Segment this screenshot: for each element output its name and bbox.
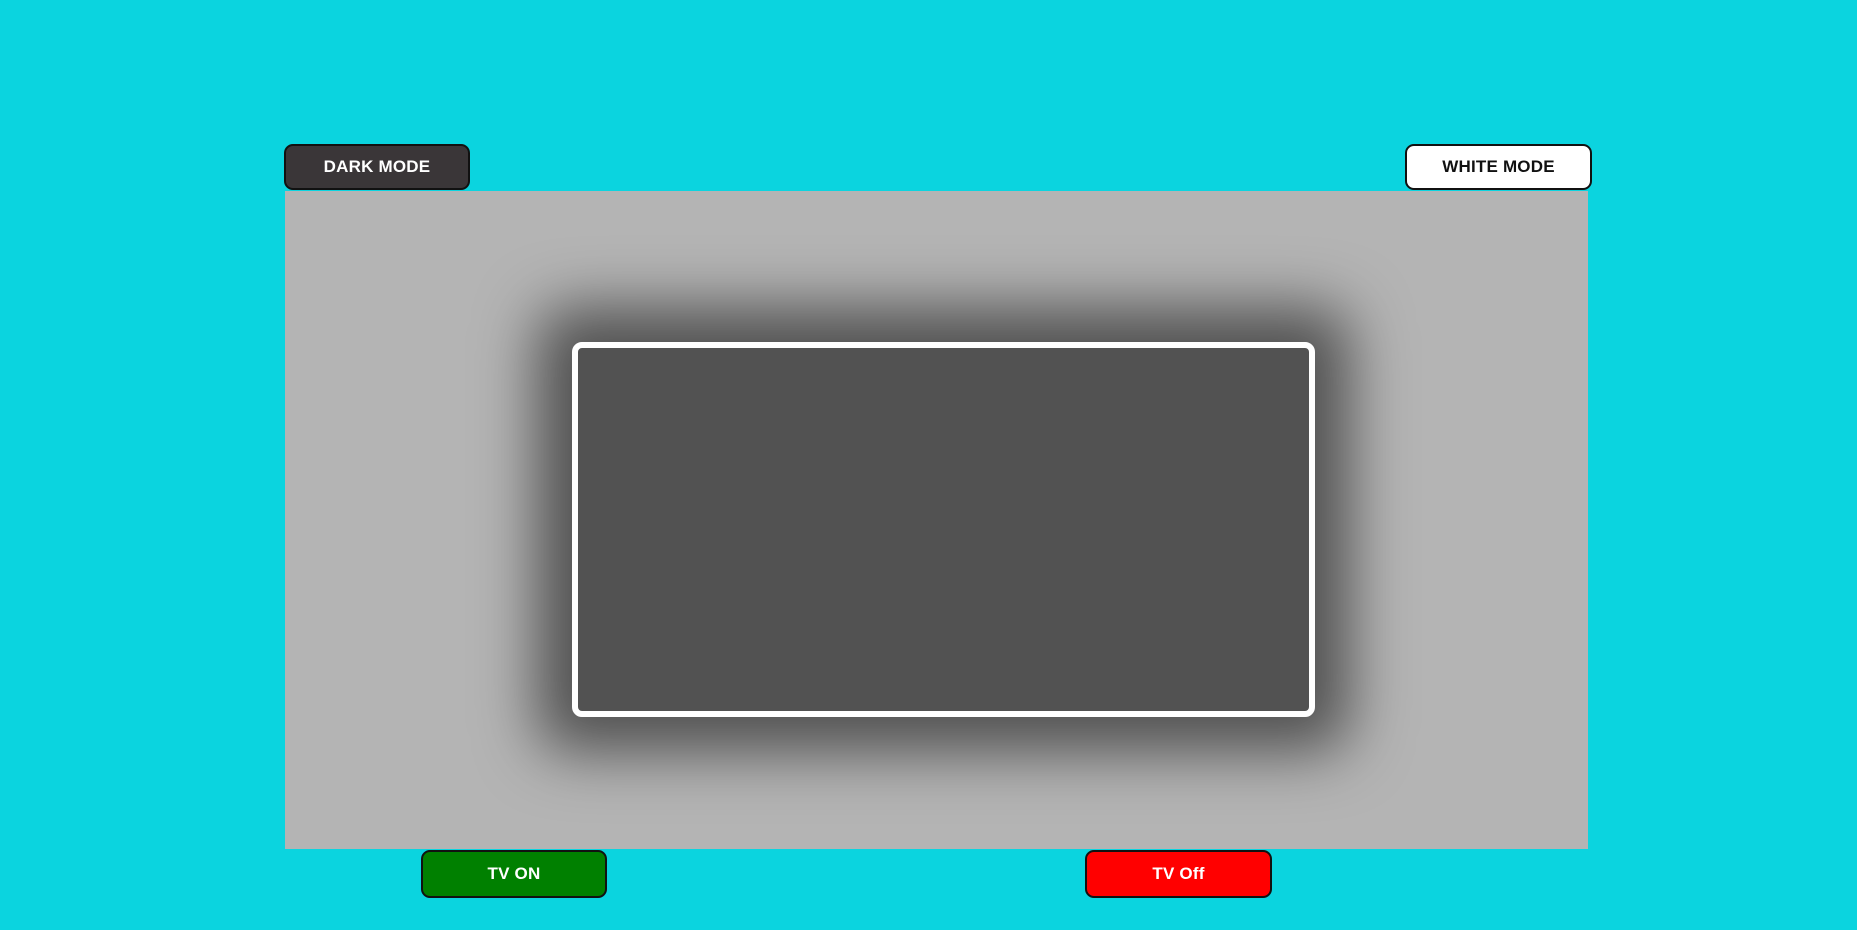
tv-on-button[interactable]: TV ON (421, 850, 607, 898)
tv-screen (572, 342, 1315, 717)
tv-off-button[interactable]: TV Off (1085, 850, 1272, 898)
white-mode-button[interactable]: WHITE MODE (1405, 144, 1592, 190)
tv-stage (285, 191, 1588, 849)
dark-mode-button[interactable]: DARK MODE (284, 144, 470, 190)
